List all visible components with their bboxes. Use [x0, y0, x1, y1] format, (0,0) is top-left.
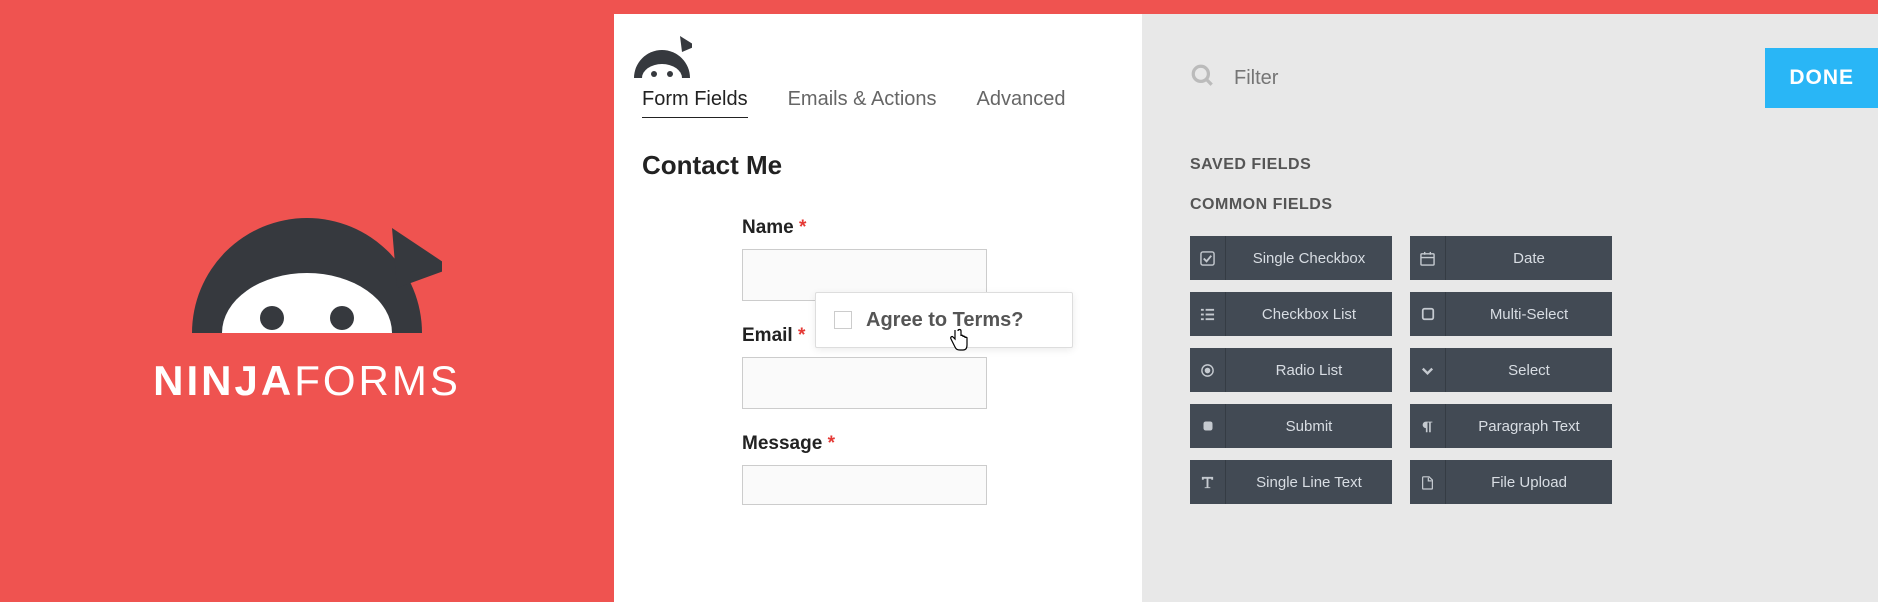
- field-type-file-upload[interactable]: File Upload: [1410, 460, 1612, 504]
- filter-input[interactable]: [1234, 67, 1747, 90]
- field-type-submit[interactable]: Submit: [1190, 404, 1392, 448]
- field-label-name: Name *: [742, 217, 806, 239]
- field-type-date[interactable]: Date: [1410, 236, 1612, 280]
- mini-ninja-logo: [632, 28, 692, 78]
- field-type-label: Radio List: [1226, 362, 1392, 379]
- check-square-icon: [1190, 236, 1226, 280]
- field-type-label: Select: [1446, 362, 1612, 379]
- brand-panel: NINJAFORMS: [0, 0, 614, 602]
- ninja-logo: [172, 198, 442, 333]
- input-email[interactable]: [742, 357, 987, 409]
- form-title: Contact Me: [642, 150, 1114, 181]
- text-icon: [1190, 460, 1226, 504]
- field-type-label: Date: [1446, 250, 1612, 267]
- fields-sidebar: DONE SAVED FIELDS COMMON FIELDS Single C…: [1142, 0, 1878, 602]
- field-label-message: Message *: [742, 433, 835, 455]
- field-label-email: Email *: [742, 325, 805, 347]
- field-type-checkbox-list[interactable]: Checkbox List: [1190, 292, 1392, 336]
- tab-advanced[interactable]: Advanced: [977, 88, 1066, 118]
- brand-bold: NINJA: [153, 357, 294, 404]
- app-panel: Form Fields Emails & Actions Advanced Co…: [614, 0, 1878, 602]
- file-icon: [1410, 460, 1446, 504]
- radio-icon: [1190, 348, 1226, 392]
- field-type-single-checkbox[interactable]: Single Checkbox: [1190, 236, 1392, 280]
- brand-text: NINJAFORMS: [153, 357, 461, 405]
- checkbox-icon: [834, 311, 852, 329]
- field-type-label: Submit: [1226, 418, 1392, 435]
- square-icon: [1410, 292, 1446, 336]
- field-type-select[interactable]: Select: [1410, 348, 1612, 392]
- paragraph-icon: [1410, 404, 1446, 448]
- field-type-paragraph-text[interactable]: Paragraph Text: [1410, 404, 1612, 448]
- field-name[interactable]: Name *: [642, 217, 1114, 301]
- field-type-single-line-text[interactable]: Single Line Text: [1190, 460, 1392, 504]
- dragging-field[interactable]: Agree to Terms?: [815, 292, 1073, 348]
- brand-light: FORMS: [294, 357, 461, 404]
- tab-emails-actions[interactable]: Emails & Actions: [788, 88, 937, 118]
- form-preview: Form Fields Emails & Actions Advanced Co…: [614, 14, 1142, 602]
- calendar-icon: [1410, 236, 1446, 280]
- common-fields-grid: Single Checkbox Date Checkbox List Multi-Se…: [1190, 236, 1878, 504]
- field-type-multi-select[interactable]: Multi-Select: [1410, 292, 1612, 336]
- list-icon: [1190, 292, 1226, 336]
- tab-form-fields[interactable]: Form Fields: [642, 88, 748, 118]
- search-icon: [1190, 63, 1216, 94]
- section-common-fields: COMMON FIELDS: [1190, 196, 1878, 214]
- field-type-radio-list[interactable]: Radio List: [1190, 348, 1392, 392]
- input-message[interactable]: [742, 465, 987, 505]
- cursor-icon: [948, 328, 968, 358]
- field-message[interactable]: Message *: [642, 433, 1114, 505]
- field-type-label: Paragraph Text: [1446, 418, 1612, 435]
- search-row: DONE: [1190, 48, 1878, 108]
- field-type-label: File Upload: [1446, 474, 1612, 491]
- done-button[interactable]: DONE: [1765, 48, 1878, 108]
- field-type-label: Single Line Text: [1226, 474, 1392, 491]
- field-type-label: Checkbox List: [1226, 306, 1392, 323]
- square-solid-icon: [1190, 404, 1226, 448]
- field-type-label: Multi-Select: [1446, 306, 1612, 323]
- tabs: Form Fields Emails & Actions Advanced: [642, 88, 1114, 118]
- top-bar: [614, 0, 1878, 14]
- chevron-down-icon: [1410, 348, 1446, 392]
- section-saved-fields: SAVED FIELDS: [1190, 156, 1878, 174]
- field-type-label: Single Checkbox: [1226, 250, 1392, 267]
- drag-field-label: Agree to Terms?: [866, 309, 1023, 332]
